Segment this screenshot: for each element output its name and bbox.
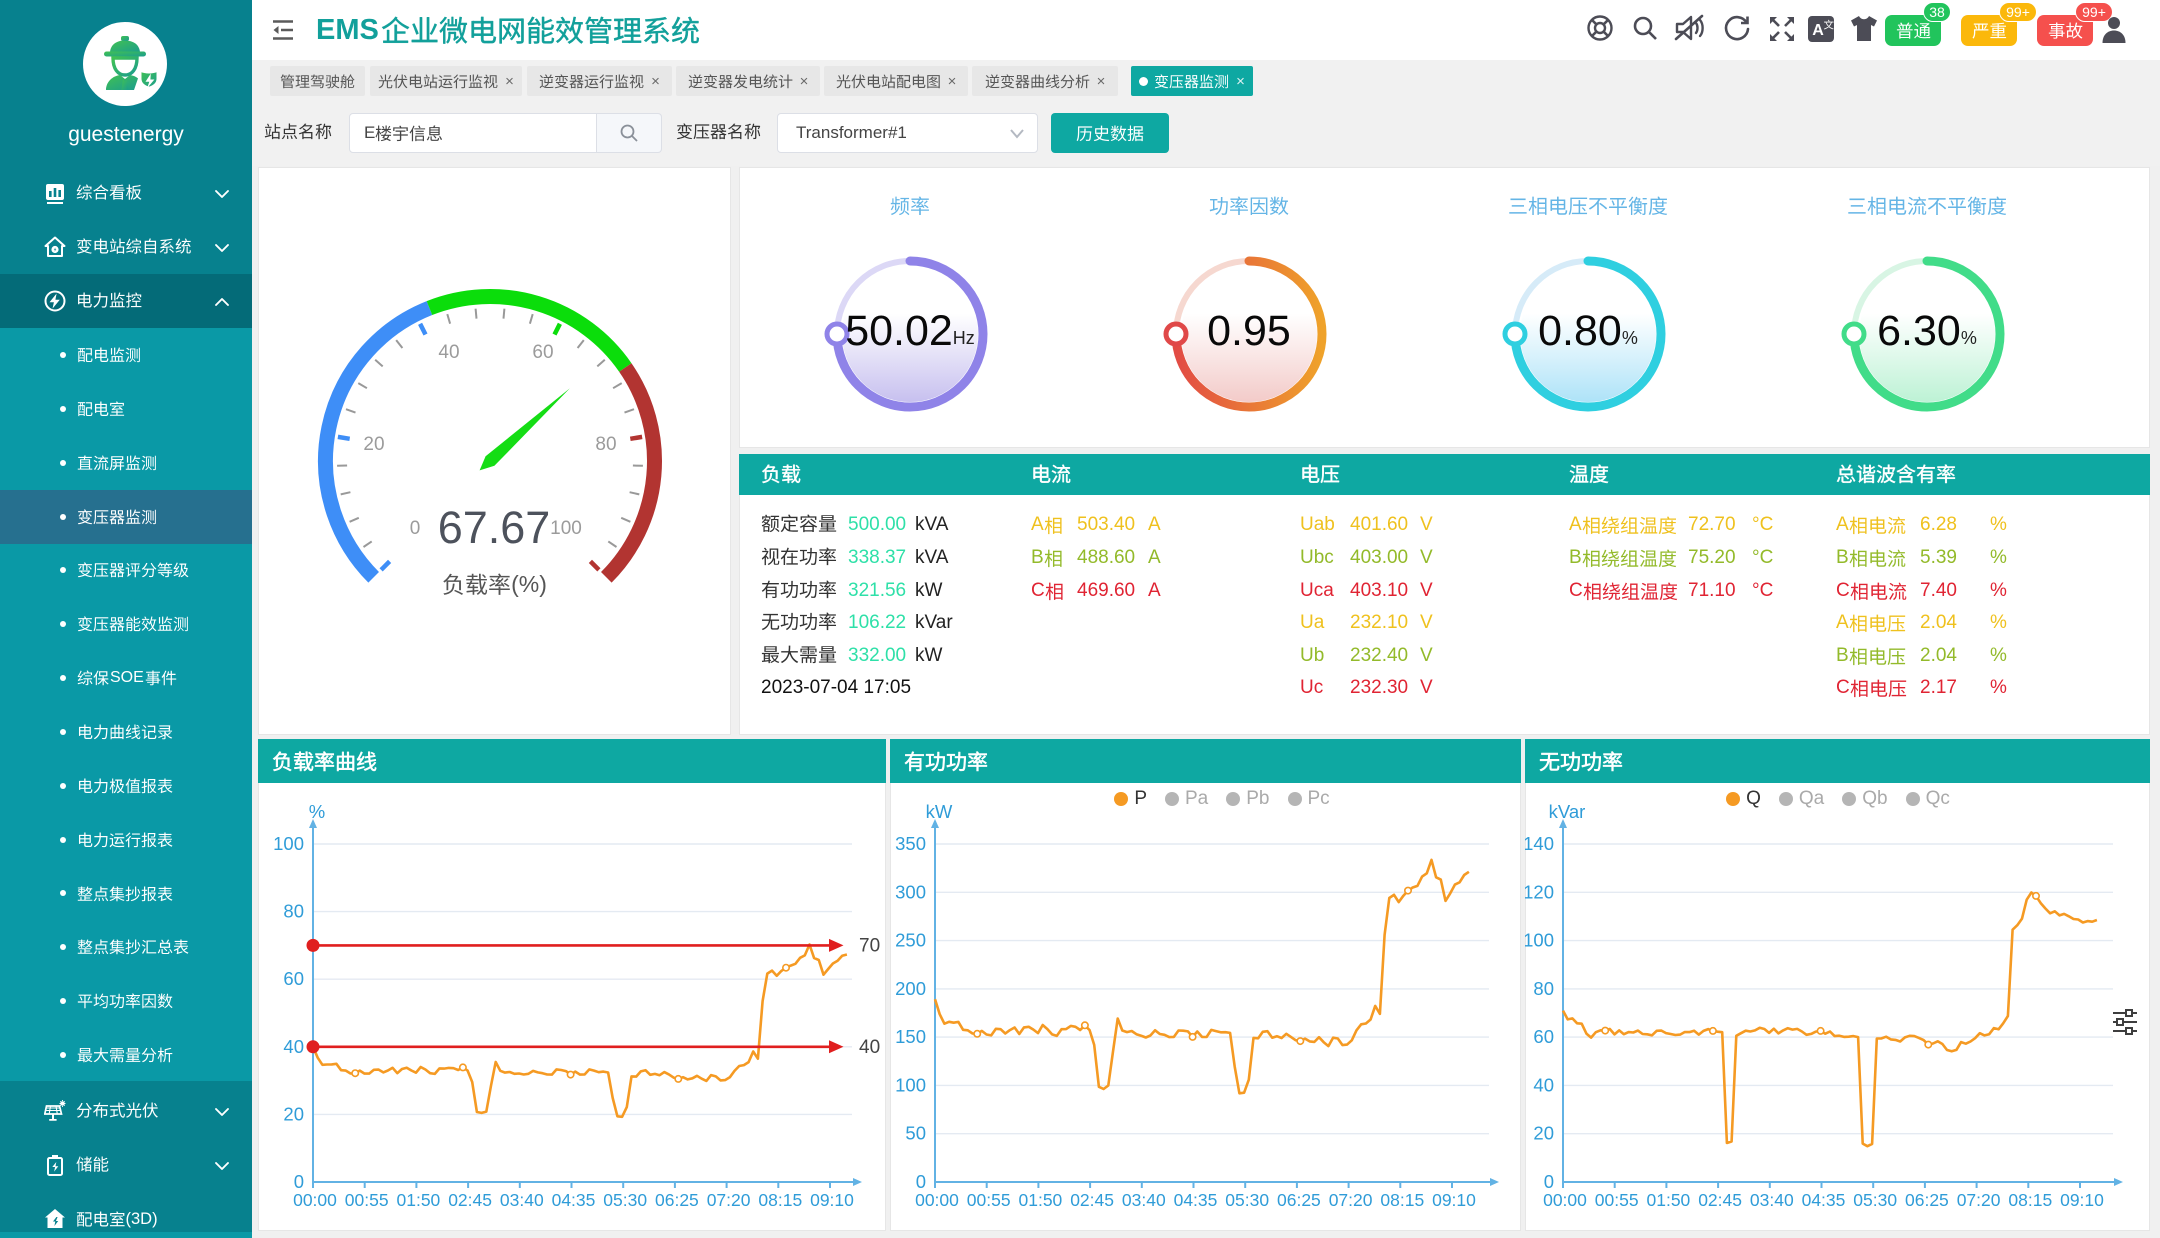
svg-text:100: 100 [1525,930,1554,951]
svg-text:06:25: 06:25 [1905,1190,1949,1210]
svg-text:08:15: 08:15 [1380,1190,1424,1210]
svg-text:00:55: 00:55 [1595,1190,1639,1210]
svg-text:80: 80 [1533,978,1554,999]
svg-text:01:50: 01:50 [397,1190,441,1210]
svg-text:150: 150 [895,1026,926,1047]
svg-text:03:40: 03:40 [1122,1190,1166,1210]
svg-text:09:10: 09:10 [810,1190,854,1210]
svg-text:08:15: 08:15 [758,1190,802,1210]
svg-text:05:30: 05:30 [1225,1190,1269,1210]
svg-text:02:45: 02:45 [1698,1190,1742,1210]
svg-text:A: A [1812,22,1824,39]
svg-text:00:55: 00:55 [967,1190,1011,1210]
svg-text:250: 250 [895,930,926,951]
svg-text:05:30: 05:30 [603,1190,647,1210]
svg-text:20: 20 [1533,1123,1554,1144]
svg-text:0: 0 [916,1171,926,1192]
svg-text:%: % [309,801,325,822]
svg-text:06:25: 06:25 [655,1190,699,1210]
svg-text:06:25: 06:25 [1277,1190,1321,1210]
svg-text:00:55: 00:55 [345,1190,389,1210]
svg-text:0: 0 [294,1171,304,1192]
svg-text:300: 300 [895,881,926,902]
svg-text:40: 40 [438,342,459,363]
svg-text:07:20: 07:20 [1957,1190,2001,1210]
svg-text:00:00: 00:00 [915,1190,959,1210]
svg-text:70: 70 [859,935,880,956]
svg-text:60: 60 [1533,1026,1554,1047]
svg-text:100: 100 [273,833,304,854]
svg-text:60: 60 [283,968,304,989]
svg-text:05:30: 05:30 [1853,1190,1897,1210]
svg-text:04:35: 04:35 [1174,1190,1218,1210]
svg-text:100: 100 [895,1074,926,1095]
svg-text:0: 0 [1544,1171,1554,1192]
svg-text:80: 80 [283,901,304,922]
svg-text:08:15: 08:15 [2008,1190,2052,1210]
svg-text:02:45: 02:45 [1070,1190,1114,1210]
svg-text:00:00: 00:00 [293,1190,337,1210]
svg-text:140: 140 [1525,833,1554,854]
svg-text:01:50: 01:50 [1647,1190,1691,1210]
svg-text:40: 40 [1533,1074,1554,1095]
svg-text:01:50: 01:50 [1019,1190,1063,1210]
svg-text:20: 20 [283,1103,304,1124]
svg-text:03:40: 03:40 [500,1190,544,1210]
svg-text:09:10: 09:10 [1432,1190,1476,1210]
svg-text:120: 120 [1525,881,1554,902]
svg-text:03:40: 03:40 [1750,1190,1794,1210]
svg-text:200: 200 [895,978,926,999]
svg-text:07:20: 07:20 [707,1190,751,1210]
svg-text:04:35: 04:35 [1802,1190,1846,1210]
svg-text:02:45: 02:45 [448,1190,492,1210]
svg-text:50: 50 [905,1123,926,1144]
svg-text:09:10: 09:10 [2060,1190,2104,1210]
svg-text:00:00: 00:00 [1543,1190,1587,1210]
svg-text:40: 40 [859,1037,880,1058]
svg-text:07:20: 07:20 [1329,1190,1373,1210]
svg-text:40: 40 [283,1036,304,1057]
svg-text:350: 350 [895,833,926,854]
svg-text:04:35: 04:35 [552,1190,596,1210]
svg-text:kW: kW [926,801,953,822]
svg-text:60: 60 [532,342,553,363]
svg-text:kVar: kVar [1549,801,1586,822]
